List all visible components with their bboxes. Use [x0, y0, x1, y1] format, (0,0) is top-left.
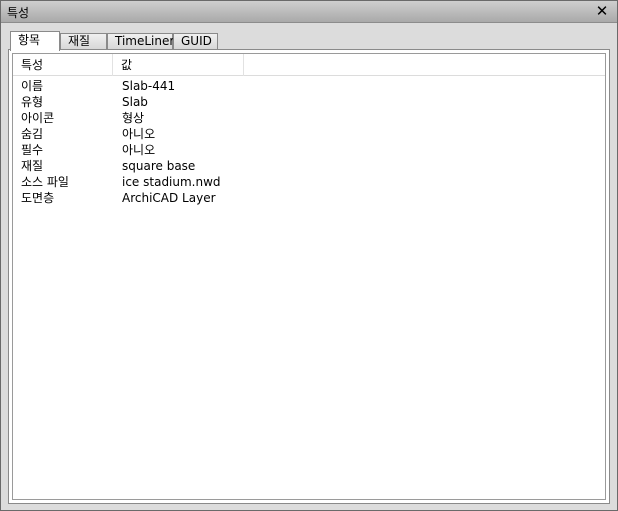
property-value: 아니오: [122, 143, 156, 157]
property-value: 형상: [122, 111, 145, 125]
property-name: 필수: [21, 143, 44, 157]
property-name: 아이콘: [21, 111, 55, 125]
table-row[interactable]: 도면층 ArchiCAD Layer: [13, 190, 605, 206]
property-name: 유형: [21, 95, 44, 109]
property-value: Slab: [122, 95, 148, 109]
property-value: square base: [122, 159, 196, 173]
window-title: 특성: [7, 6, 30, 20]
title-bar[interactable]: 특성 ✕: [1, 1, 617, 23]
table-row[interactable]: 이름 Slab-441: [13, 78, 605, 94]
grid-header: 특성 값: [13, 54, 605, 76]
grid-rows: 이름 Slab-441 유형 Slab 아이콘 형상 숨김 아니오 필수 아니오…: [13, 78, 605, 206]
property-value: 아니오: [122, 127, 156, 141]
table-row[interactable]: 유형 Slab: [13, 94, 605, 110]
properties-window: 특성 ✕ 항목 재질 TimeLiner GUID 특성 값 이름 Slab-4…: [0, 0, 618, 511]
table-row[interactable]: 필수 아니오: [13, 142, 605, 158]
table-row[interactable]: 소스 파일 ice stadium.nwd: [13, 174, 605, 190]
column-header-value[interactable]: 값: [113, 54, 244, 76]
tab-items[interactable]: 항목: [10, 31, 60, 51]
column-header-empty: [244, 54, 605, 76]
table-row[interactable]: 아이콘 형상: [13, 110, 605, 126]
table-row[interactable]: 재질 square base: [13, 158, 605, 174]
property-name: 이름: [21, 79, 44, 93]
property-name: 소스 파일: [21, 175, 69, 189]
property-name: 도면층: [21, 191, 55, 205]
column-header-property[interactable]: 특성: [13, 54, 113, 76]
tab-panel: 특성 값 이름 Slab-441 유형 Slab 아이콘 형상 숨김 아니오 필…: [8, 49, 610, 504]
close-icon[interactable]: ✕: [594, 3, 610, 19]
property-grid: 특성 값 이름 Slab-441 유형 Slab 아이콘 형상 숨김 아니오 필…: [12, 53, 606, 500]
property-value: ice stadium.nwd: [122, 175, 221, 189]
property-name: 재질: [21, 159, 44, 173]
property-value: Slab-441: [122, 79, 176, 93]
table-row[interactable]: 숨김 아니오: [13, 126, 605, 142]
tab-guid[interactable]: GUID: [173, 33, 218, 50]
property-name: 숨김: [21, 127, 44, 141]
property-value: ArchiCAD Layer: [122, 191, 216, 205]
tab-material[interactable]: 재질: [60, 33, 107, 50]
tab-timeliner[interactable]: TimeLiner: [107, 33, 174, 50]
